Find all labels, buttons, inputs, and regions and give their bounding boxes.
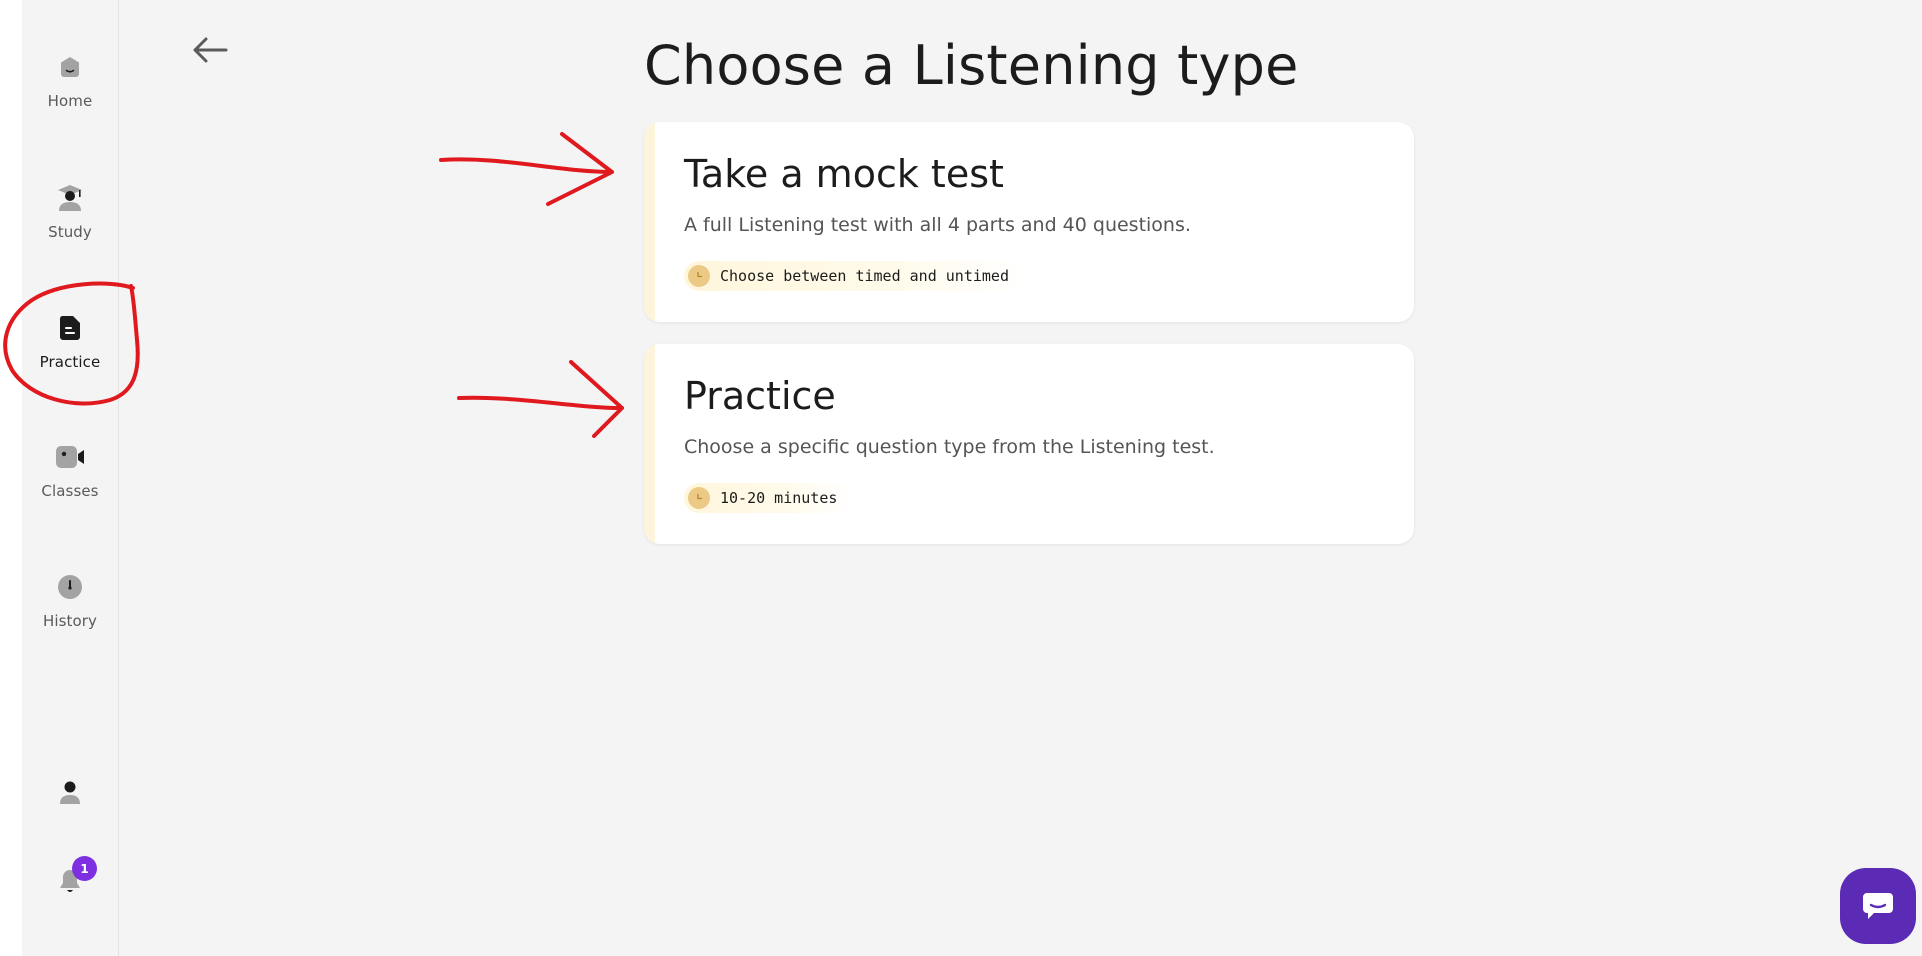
home-icon [55, 52, 85, 82]
sidebar-item-history[interactable]: History [22, 572, 118, 662]
back-button[interactable] [186, 30, 234, 70]
user-icon[interactable] [55, 778, 85, 808]
video-camera-icon [55, 442, 85, 472]
graduate-icon [55, 183, 85, 213]
sidebar-item-label: Classes [41, 482, 99, 500]
clock-icon [55, 572, 85, 602]
sidebar-item-classes[interactable]: Classes [22, 442, 118, 532]
sidebar-item-label: History [42, 612, 98, 630]
card-description: A full Listening test with all 4 parts a… [684, 214, 1191, 236]
clock-icon [688, 487, 710, 509]
option-card-mock-test[interactable]: Take a mock test A full Listening test w… [644, 122, 1414, 322]
annotation-arrow-practice [457, 360, 624, 438]
tag-text: 10-20 minutes [720, 489, 838, 507]
sidebar-item-practice[interactable]: Practice [22, 313, 118, 403]
notification-badge: 1 [72, 856, 97, 881]
card-title: Practice [684, 374, 836, 418]
clock-icon [688, 265, 710, 287]
sidebar-item-label: Home [47, 92, 93, 110]
card-description: Choose a specific question type from the… [684, 436, 1215, 458]
card-title: Take a mock test [684, 152, 1004, 196]
annotation-arrow-mock-test [439, 132, 614, 206]
left-gutter [0, 0, 22, 956]
page: Home Study Practice Classes History 1 Ch… [0, 0, 1922, 956]
tag-text: Choose between timed and untimed [720, 267, 1009, 285]
option-card-practice[interactable]: Practice Choose a specific question type… [644, 344, 1414, 544]
chat-bubble-icon [1863, 893, 1893, 919]
page-title: Choose a Listening type [644, 34, 1299, 97]
duration-tag: 10-20 minutes [684, 483, 852, 513]
chat-button[interactable] [1840, 868, 1916, 944]
duration-tag: Choose between timed and untimed [684, 261, 1023, 291]
sidebar-item-label: Study [48, 223, 92, 241]
sidebar: Home Study Practice Classes History 1 [22, 0, 119, 956]
arrow-left-icon [193, 37, 228, 63]
sidebar-item-label: Practice [39, 353, 101, 371]
sidebar-item-home[interactable]: Home [22, 52, 118, 142]
document-icon [55, 313, 85, 343]
sidebar-item-study[interactable]: Study [22, 183, 118, 273]
